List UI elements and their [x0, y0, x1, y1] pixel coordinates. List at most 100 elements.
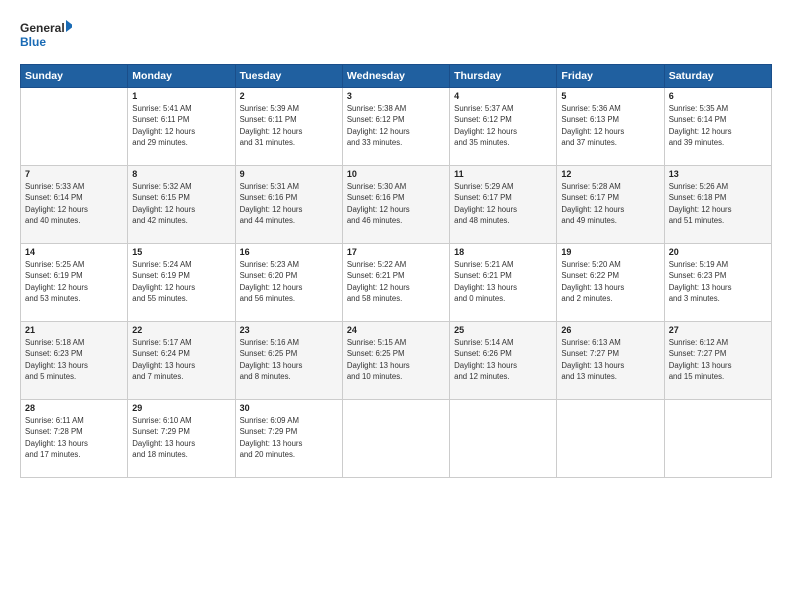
- week-row-3: 14Sunrise: 5:25 AM Sunset: 6:19 PM Dayli…: [21, 244, 772, 322]
- header-monday: Monday: [128, 65, 235, 88]
- cell-info: Sunrise: 5:18 AM Sunset: 6:23 PM Dayligh…: [25, 337, 123, 382]
- calendar-cell: 19 Sunrise: 5:20 AM Sunset: 6:22 PM Dayli…: [557, 244, 664, 322]
- day-number: 22: [132, 325, 230, 335]
- logo: General Blue: [20, 18, 72, 56]
- header-saturday: Saturday: [664, 65, 771, 88]
- cell-info: Sunrise: 5:17 AM Sunset: 6:24 PM Dayligh…: [132, 337, 230, 382]
- calendar-cell: 7 Sunrise: 5:33 AM Sunset: 6:14 PM Daylig…: [21, 166, 128, 244]
- day-number: 16: [240, 247, 338, 257]
- cell-info: Sunrise: 5:37 AM Sunset: 6:12 PM Dayligh…: [454, 103, 552, 148]
- cell-info: Sunrise: 6:11 AM Sunset: 7:28 PM Dayligh…: [25, 415, 123, 460]
- day-number: 19: [561, 247, 659, 257]
- cell-info: Sunrise: 5:33 AM Sunset: 6:14 PM Dayligh…: [25, 181, 123, 226]
- cell-info: Sunrise: 5:16 AM Sunset: 6:25 PM Dayligh…: [240, 337, 338, 382]
- calendar-cell: 6 Sunrise: 5:35 AM Sunset: 6:14 PM Daylig…: [664, 88, 771, 166]
- calendar-cell: 4 Sunrise: 5:37 AM Sunset: 6:12 PM Daylig…: [450, 88, 557, 166]
- page-header: General Blue: [20, 18, 772, 56]
- svg-text:General: General: [20, 21, 65, 35]
- calendar-cell: 16 Sunrise: 5:23 AM Sunset: 6:20 PM Dayli…: [235, 244, 342, 322]
- calendar-cell: 2 Sunrise: 5:39 AM Sunset: 6:11 PM Daylig…: [235, 88, 342, 166]
- calendar-cell: 26Sunrise: 6:13 AM Sunset: 7:27 PM Dayli…: [557, 322, 664, 400]
- logo-svg: General Blue: [20, 18, 72, 56]
- day-number: 29: [132, 403, 230, 413]
- day-number: 10: [347, 169, 445, 179]
- cell-info: Sunrise: 6:09 AM Sunset: 7:29 PM Dayligh…: [240, 415, 338, 460]
- day-number: 28: [25, 403, 123, 413]
- calendar-cell: [450, 400, 557, 478]
- week-row-4: 21 Sunrise: 5:18 AM Sunset: 6:23 PM Dayli…: [21, 322, 772, 400]
- header-wednesday: Wednesday: [342, 65, 449, 88]
- calendar-cell: [342, 400, 449, 478]
- calendar-cell: 23 Sunrise: 5:16 AM Sunset: 6:25 PM Dayli…: [235, 322, 342, 400]
- cell-info: Sunrise: 5:32 AM Sunset: 6:15 PM Dayligh…: [132, 181, 230, 226]
- cell-info: Sunrise: 5:30 AM Sunset: 6:16 PM Dayligh…: [347, 181, 445, 226]
- calendar-cell: 28 Sunrise: 6:11 AM Sunset: 7:28 PM Dayli…: [21, 400, 128, 478]
- calendar-cell: 12Sunrise: 5:28 AM Sunset: 6:17 PM Dayli…: [557, 166, 664, 244]
- day-number: 9: [240, 169, 338, 179]
- day-number: 26: [561, 325, 659, 335]
- day-number: 17: [347, 247, 445, 257]
- cell-info: Sunrise: 5:41 AM Sunset: 6:11 PM Dayligh…: [132, 103, 230, 148]
- calendar-cell: [664, 400, 771, 478]
- cell-info: Sunrise: 5:35 AM Sunset: 6:14 PM Dayligh…: [669, 103, 767, 148]
- cell-info: Sunrise: 5:26 AM Sunset: 6:18 PM Dayligh…: [669, 181, 767, 226]
- cell-info: Sunrise: 5:20 AM Sunset: 6:22 PM Dayligh…: [561, 259, 659, 304]
- day-number: 3: [347, 91, 445, 101]
- calendar-header-row: SundayMondayTuesdayWednesdayThursdayFrid…: [21, 65, 772, 88]
- week-row-5: 28 Sunrise: 6:11 AM Sunset: 7:28 PM Dayli…: [21, 400, 772, 478]
- cell-info: Sunrise: 6:10 AM Sunset: 7:29 PM Dayligh…: [132, 415, 230, 460]
- calendar-cell: 29 Sunrise: 6:10 AM Sunset: 7:29 PM Dayli…: [128, 400, 235, 478]
- header-thursday: Thursday: [450, 65, 557, 88]
- day-number: 27: [669, 325, 767, 335]
- calendar-cell: [557, 400, 664, 478]
- calendar-cell: 30 Sunrise: 6:09 AM Sunset: 7:29 PM Dayli…: [235, 400, 342, 478]
- calendar-cell: 9 Sunrise: 5:31 AM Sunset: 6:16 PM Daylig…: [235, 166, 342, 244]
- header-tuesday: Tuesday: [235, 65, 342, 88]
- day-number: 23: [240, 325, 338, 335]
- day-number: 13: [669, 169, 767, 179]
- calendar-cell: 10 Sunrise: 5:30 AM Sunset: 6:16 PM Dayli…: [342, 166, 449, 244]
- day-number: 20: [669, 247, 767, 257]
- day-number: 11: [454, 169, 552, 179]
- day-number: 15: [132, 247, 230, 257]
- cell-info: Sunrise: 5:38 AM Sunset: 6:12 PM Dayligh…: [347, 103, 445, 148]
- day-number: 6: [669, 91, 767, 101]
- calendar-cell: 20 Sunrise: 5:19 AM Sunset: 6:23 PM Dayli…: [664, 244, 771, 322]
- day-number: 30: [240, 403, 338, 413]
- cell-info: Sunrise: 5:39 AM Sunset: 6:11 PM Dayligh…: [240, 103, 338, 148]
- calendar-cell: 14Sunrise: 5:25 AM Sunset: 6:19 PM Dayli…: [21, 244, 128, 322]
- calendar-cell: 18Sunrise: 5:21 AM Sunset: 6:21 PM Dayli…: [450, 244, 557, 322]
- calendar-cell: 13 Sunrise: 5:26 AM Sunset: 6:18 PM Dayli…: [664, 166, 771, 244]
- calendar-cell: [21, 88, 128, 166]
- calendar-cell: 17Sunrise: 5:22 AM Sunset: 6:21 PM Dayli…: [342, 244, 449, 322]
- day-number: 24: [347, 325, 445, 335]
- calendar-table: SundayMondayTuesdayWednesdayThursdayFrid…: [20, 64, 772, 478]
- cell-info: Sunrise: 5:25 AM Sunset: 6:19 PM Dayligh…: [25, 259, 123, 304]
- day-number: 12: [561, 169, 659, 179]
- calendar-cell: 15Sunrise: 5:24 AM Sunset: 6:19 PM Dayli…: [128, 244, 235, 322]
- cell-info: Sunrise: 5:14 AM Sunset: 6:26 PM Dayligh…: [454, 337, 552, 382]
- calendar-cell: 11 Sunrise: 5:29 AM Sunset: 6:17 PM Dayli…: [450, 166, 557, 244]
- cell-info: Sunrise: 6:12 AM Sunset: 7:27 PM Dayligh…: [669, 337, 767, 382]
- cell-info: Sunrise: 5:29 AM Sunset: 6:17 PM Dayligh…: [454, 181, 552, 226]
- day-number: 21: [25, 325, 123, 335]
- calendar-cell: 1 Sunrise: 5:41 AM Sunset: 6:11 PM Daylig…: [128, 88, 235, 166]
- week-row-2: 7 Sunrise: 5:33 AM Sunset: 6:14 PM Daylig…: [21, 166, 772, 244]
- cell-info: Sunrise: 5:23 AM Sunset: 6:20 PM Dayligh…: [240, 259, 338, 304]
- day-number: 2: [240, 91, 338, 101]
- day-number: 5: [561, 91, 659, 101]
- cell-info: Sunrise: 5:31 AM Sunset: 6:16 PM Dayligh…: [240, 181, 338, 226]
- calendar-cell: 24Sunrise: 5:15 AM Sunset: 6:25 PM Dayli…: [342, 322, 449, 400]
- cell-info: Sunrise: 5:19 AM Sunset: 6:23 PM Dayligh…: [669, 259, 767, 304]
- day-number: 4: [454, 91, 552, 101]
- day-number: 25: [454, 325, 552, 335]
- calendar-cell: 25 Sunrise: 5:14 AM Sunset: 6:26 PM Dayli…: [450, 322, 557, 400]
- calendar-cell: 21 Sunrise: 5:18 AM Sunset: 6:23 PM Dayli…: [21, 322, 128, 400]
- calendar-cell: 8Sunrise: 5:32 AM Sunset: 6:15 PM Daylig…: [128, 166, 235, 244]
- calendar-cell: 27 Sunrise: 6:12 AM Sunset: 7:27 PM Dayli…: [664, 322, 771, 400]
- day-number: 7: [25, 169, 123, 179]
- calendar-cell: 3 Sunrise: 5:38 AM Sunset: 6:12 PM Daylig…: [342, 88, 449, 166]
- day-number: 1: [132, 91, 230, 101]
- header-friday: Friday: [557, 65, 664, 88]
- header-sunday: Sunday: [21, 65, 128, 88]
